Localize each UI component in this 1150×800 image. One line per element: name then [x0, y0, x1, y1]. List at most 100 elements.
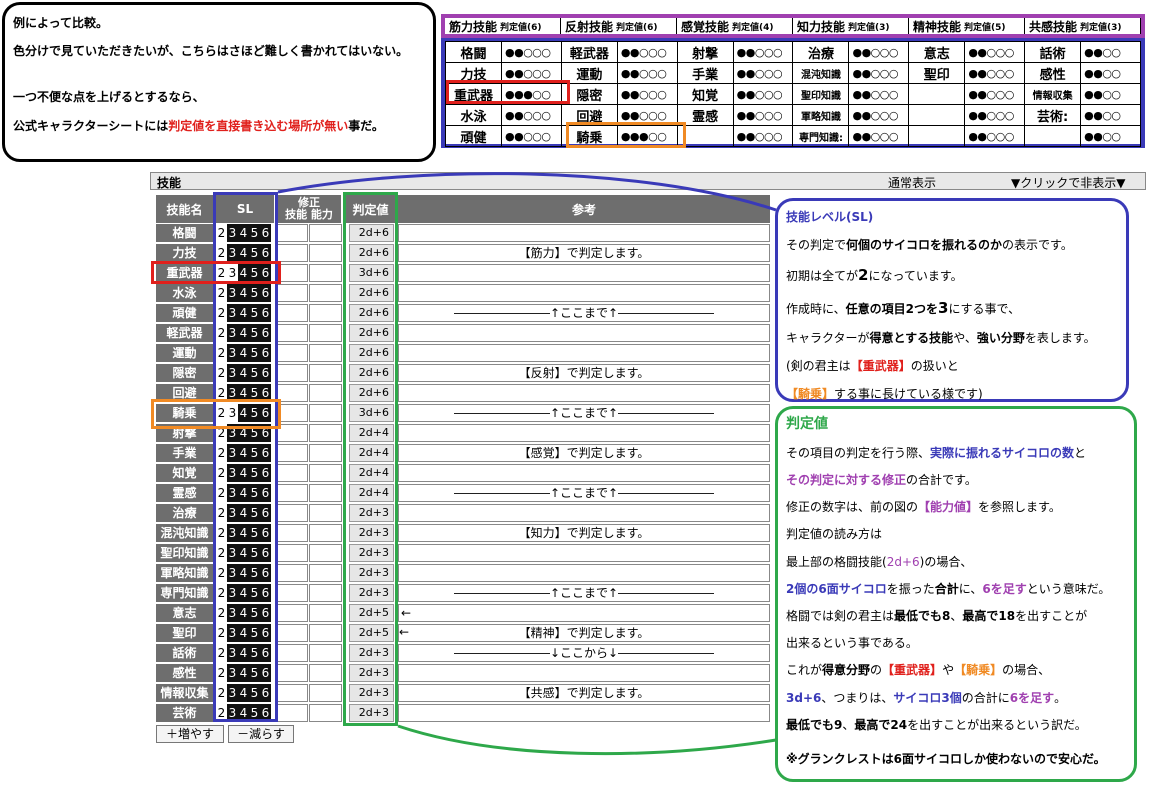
reference-note[interactable]: [398, 464, 770, 482]
ability-mod-input[interactable]: [309, 524, 342, 542]
reference-note[interactable]: 【筋力】で判定します。: [398, 244, 770, 262]
ability-mod-input[interactable]: [309, 264, 342, 282]
skill-mod-input[interactable]: [277, 504, 308, 522]
skill-mod-input[interactable]: [277, 324, 308, 342]
reference-note[interactable]: 【知力】で判定します。: [398, 524, 770, 542]
skill-name: 知覚: [156, 464, 213, 482]
skill-mod-input[interactable]: [277, 544, 308, 562]
reference-note[interactable]: 【感覚】で判定します。: [398, 444, 770, 462]
ability-mod-input[interactable]: [309, 344, 342, 362]
sheet-category: 知力技能 判定値(3): [793, 18, 909, 34]
reference-note[interactable]: ←: [398, 604, 770, 622]
reference-note[interactable]: 【反射】で判定します。: [398, 364, 770, 382]
ability-mod-input[interactable]: [309, 644, 342, 662]
skill-name: 隠密: [156, 364, 213, 382]
skill-mod-input[interactable]: [277, 384, 308, 402]
ability-mod-input[interactable]: [309, 404, 342, 422]
skill-name: 感性: [156, 664, 213, 682]
sheet-skill-dots: ●●○○: [1080, 125, 1141, 147]
ability-mod-input[interactable]: [309, 584, 342, 602]
skill-name: 軍略知識: [156, 564, 213, 582]
col-skill-name: 技能名: [156, 195, 213, 223]
reference-note[interactable]: [398, 704, 770, 722]
ability-mod-input[interactable]: [309, 224, 342, 242]
skill-mod-input[interactable]: [277, 424, 308, 442]
ability-mod-input[interactable]: [309, 684, 342, 702]
skill-mod-input[interactable]: [277, 664, 308, 682]
sheet-skill-dots: ●●○○○: [616, 41, 678, 63]
skill-mod-input[interactable]: [277, 624, 308, 642]
ability-mod-input[interactable]: [309, 484, 342, 502]
ability-mod-input[interactable]: [309, 504, 342, 522]
skill-mod-input[interactable]: [277, 284, 308, 302]
arrow-mark: ←: [399, 625, 410, 639]
reference-note[interactable]: [398, 664, 770, 682]
ability-mod-input[interactable]: [309, 564, 342, 582]
ability-mod-input[interactable]: [309, 284, 342, 302]
skill-mod-input[interactable]: [277, 464, 308, 482]
reference-note[interactable]: [398, 384, 770, 402]
reference-note[interactable]: ――――――――↑ここまで↑――――――――: [398, 484, 770, 502]
reference-note[interactable]: [398, 264, 770, 282]
ability-mod-input[interactable]: [309, 384, 342, 402]
skill-mod-input[interactable]: [277, 704, 308, 722]
reference-note[interactable]: [398, 344, 770, 362]
reference-note[interactable]: [398, 504, 770, 522]
skill-mod-input[interactable]: [277, 344, 308, 362]
reference-note[interactable]: ――――――――↓ここから↓――――――――: [398, 644, 770, 662]
sheet-skill-name: 治療: [792, 41, 850, 63]
sheet-skill-dots: ●●○○: [1080, 83, 1141, 105]
reference-note[interactable]: 【精神】で判定します。: [398, 624, 770, 642]
sheet-skill-name: 話術: [1024, 41, 1082, 63]
reference-note[interactable]: [398, 324, 770, 342]
skill-mod-input[interactable]: [277, 644, 308, 662]
skill-mod-input[interactable]: [277, 364, 308, 382]
skill-mod-input[interactable]: [277, 244, 308, 262]
skill-mod-input[interactable]: [277, 484, 308, 502]
value-text: 修正の数字は、前の図の【能力値】を参照します。: [786, 500, 1061, 515]
value-text: 出来るという事である。: [786, 636, 918, 651]
reference-note[interactable]: [398, 284, 770, 302]
skill-mod-input[interactable]: [277, 604, 308, 622]
display-mode[interactable]: 通常表示: [888, 174, 936, 191]
ability-mod-input[interactable]: [309, 604, 342, 622]
sheet-skill-dots: ●●○○○: [964, 83, 1026, 105]
sheet-skill-name: [908, 125, 966, 147]
ability-mod-input[interactable]: [309, 464, 342, 482]
skill-mod-input[interactable]: [277, 264, 308, 282]
ability-mod-input[interactable]: [309, 424, 342, 442]
skill-name: 霊感: [156, 484, 213, 502]
reference-note[interactable]: [398, 564, 770, 582]
hide-toggle[interactable]: ▼クリックで非表示▼: [1011, 174, 1125, 191]
reference-note[interactable]: ――――――――↑ここまで↑――――――――: [398, 404, 770, 422]
skill-mod-input[interactable]: [277, 524, 308, 542]
ability-mod-input[interactable]: [309, 444, 342, 462]
reference-note[interactable]: ――――――――↑ここまで↑――――――――: [398, 304, 770, 322]
ability-mod-input[interactable]: [309, 324, 342, 342]
note-line: 一つ不便な点を上げるとするなら、: [13, 90, 205, 105]
skill-name: 聖印知識: [156, 544, 213, 562]
skill-mod-input[interactable]: [277, 444, 308, 462]
sheet-category: 共感技能 判定値(3): [1025, 18, 1141, 34]
ability-mod-input[interactable]: [309, 364, 342, 382]
skill-mod-input[interactable]: [277, 564, 308, 582]
reference-note[interactable]: 【共感】で判定します。: [398, 684, 770, 702]
add-skill-button[interactable]: ＋増やす: [156, 725, 224, 743]
reference-note[interactable]: [398, 224, 770, 242]
skill-mod-input[interactable]: [277, 224, 308, 242]
skill-mod-input[interactable]: [277, 304, 308, 322]
sheet-skill-dots: ●●○○○: [848, 62, 910, 84]
reference-note[interactable]: ――――――――↑ここまで↑――――――――: [398, 584, 770, 602]
skill-mod-input[interactable]: [277, 404, 308, 422]
ability-mod-input[interactable]: [309, 664, 342, 682]
ability-mod-input[interactable]: [309, 624, 342, 642]
reference-note[interactable]: [398, 544, 770, 562]
ability-mod-input[interactable]: [309, 704, 342, 722]
skill-mod-input[interactable]: [277, 684, 308, 702]
ability-mod-input[interactable]: [309, 544, 342, 562]
skill-mod-input[interactable]: [277, 584, 308, 602]
reference-note[interactable]: [398, 424, 770, 442]
ability-mod-input[interactable]: [309, 244, 342, 262]
ability-mod-input[interactable]: [309, 304, 342, 322]
remove-skill-button[interactable]: －減らす: [228, 725, 294, 743]
